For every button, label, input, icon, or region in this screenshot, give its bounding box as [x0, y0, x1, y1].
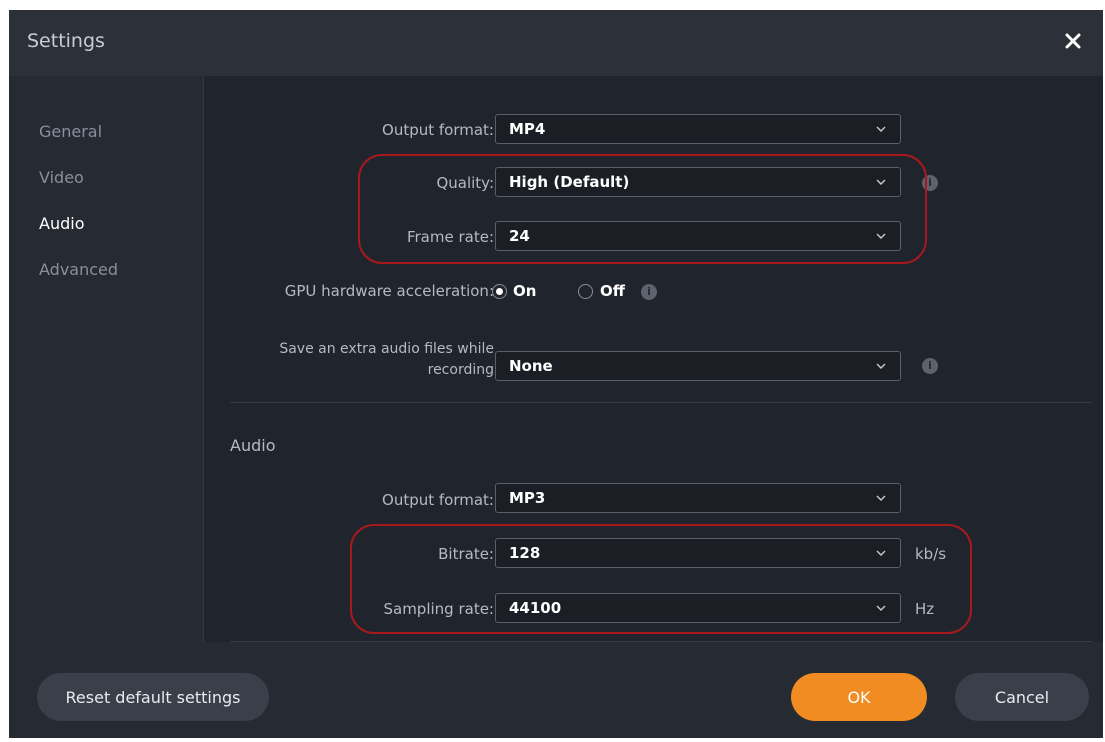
extra-audio-label-line1: Save an extra audio files while [279, 341, 494, 357]
radio-selected-dot [496, 288, 503, 295]
section-divider [230, 402, 1092, 403]
gpu-acceleration-label: GPU hardware acceleration: [284, 282, 494, 300]
output-format-label: Output format: [382, 121, 494, 139]
output-format-value: MP4 [509, 120, 546, 138]
highlight-outline [358, 154, 927, 264]
title-bar: Settings [9, 10, 1103, 76]
close-button[interactable] [1059, 27, 1087, 55]
audio-output-format-value: MP3 [509, 489, 546, 507]
gpu-on-radio[interactable] [492, 284, 507, 299]
settings-dialog: Settings General Video Audio Advanced Ou… [9, 10, 1103, 738]
audio-output-format-label: Output format: [382, 491, 494, 509]
output-format-select[interactable]: MP4 [495, 114, 901, 144]
sidebar-item-advanced[interactable]: Advanced [39, 260, 118, 279]
gpu-off-label[interactable]: Off [600, 282, 625, 300]
info-icon[interactable]: i [922, 358, 938, 374]
close-icon [1065, 33, 1081, 49]
sidebar: General Video Audio Advanced [9, 76, 204, 642]
dialog-title: Settings [27, 30, 105, 52]
dialog-footer: Reset default settings OK Cancel [9, 642, 1103, 738]
settings-content: Output format: MP4 Quality: High (Defaul… [204, 76, 1103, 642]
extra-audio-label-line2: recording [427, 362, 494, 378]
info-icon[interactable]: i [641, 284, 657, 300]
chevron-down-icon [876, 126, 886, 132]
sidebar-item-video[interactable]: Video [39, 168, 84, 187]
extra-audio-label: Save an extra audio files while recordin… [279, 339, 494, 381]
ok-button[interactable]: OK [791, 673, 927, 721]
sidebar-item-general[interactable]: General [39, 122, 102, 141]
audio-section-title: Audio [230, 436, 276, 455]
audio-output-format-select[interactable]: MP3 [495, 483, 901, 513]
chevron-down-icon [876, 363, 886, 369]
gpu-off-radio[interactable] [578, 284, 593, 299]
gpu-on-label[interactable]: On [513, 282, 536, 300]
extra-audio-select[interactable]: None [495, 351, 901, 381]
reset-default-settings-button[interactable]: Reset default settings [37, 673, 269, 721]
cancel-button[interactable]: Cancel [955, 673, 1089, 721]
sidebar-item-audio[interactable]: Audio [39, 214, 84, 233]
extra-audio-value: None [509, 357, 553, 375]
highlight-outline [350, 524, 972, 634]
chevron-down-icon [876, 495, 886, 501]
